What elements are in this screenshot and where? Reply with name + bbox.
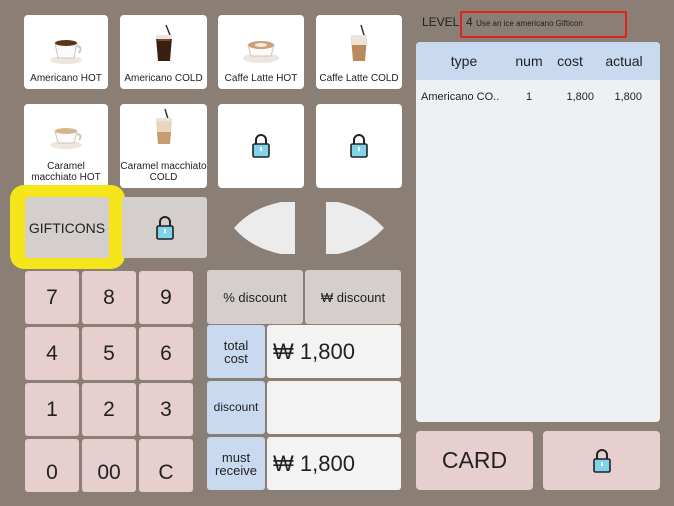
macchiato-cup-icon [46, 110, 86, 154]
menu-item-caffe-latte-hot[interactable]: Caffe Latte HOT [218, 15, 304, 89]
key-label: 2 [103, 397, 115, 421]
locked-menu-slot[interactable] [316, 104, 402, 188]
key-clear[interactable]: C [139, 439, 193, 492]
won-discount-label: ₩ discount [320, 289, 386, 305]
discount-label: discount [207, 381, 265, 434]
instruction-highlight [460, 11, 627, 38]
menu-item-caramel-macchiato-hot[interactable]: Caramel macchiato HOT [24, 104, 108, 188]
key-5[interactable]: 5 [82, 327, 136, 380]
header-type: type [450, 53, 478, 69]
gifticons-label: GIFTICONS [28, 219, 106, 236]
locked-payment-button[interactable] [543, 431, 660, 490]
must-receive-value: ₩ 1,800 [267, 437, 401, 490]
total-cost-value: ₩ 1,800 [267, 325, 401, 378]
key-0[interactable]: 0 [25, 439, 79, 492]
hot-coffee-cup-icon [46, 23, 86, 67]
iced-coffee-glass-icon [144, 23, 184, 67]
key-label: C [158, 460, 174, 484]
header-actual: actual [605, 53, 643, 69]
discount-label-text: discount [213, 400, 259, 414]
key-8[interactable]: 8 [82, 271, 136, 324]
order-list-header: type num cost actual [416, 42, 660, 80]
discount-value [267, 381, 401, 434]
key-3[interactable]: 3 [139, 383, 193, 436]
must-receive-amount: ₩ 1,800 [273, 450, 355, 476]
iced-macchiato-glass-icon [144, 108, 184, 152]
key-1[interactable]: 1 [25, 383, 79, 436]
key-7[interactable]: 7 [25, 271, 79, 324]
header-cost: cost [557, 53, 583, 69]
header-num: num [515, 53, 543, 69]
percent-discount-label: % discount [223, 289, 287, 305]
key-label: 00 [97, 460, 121, 484]
key-label: 1 [46, 397, 58, 421]
menu-item-label: Americano HOT [30, 73, 102, 84]
menu-item-label: Caffe Latte HOT [224, 73, 298, 84]
key-4[interactable]: 4 [25, 327, 79, 380]
key-9[interactable]: 9 [139, 271, 193, 324]
percent-discount-button[interactable]: % discount [207, 270, 303, 324]
row-num: 1 [525, 91, 533, 103]
total-cost-label-text: total cost [223, 337, 249, 366]
gifticons-button[interactable]: GIFTICONS [25, 197, 109, 258]
menu-item-label: Caramel macchiato COLD [120, 161, 207, 183]
lock-icon [350, 134, 368, 158]
key-label: 0 [46, 460, 58, 484]
key-label: 9 [160, 285, 172, 309]
row-cost: 1,800 [566, 91, 594, 103]
must-receive-label: must receive [207, 437, 265, 490]
key-label: 4 [46, 341, 58, 365]
key-label: 8 [103, 285, 115, 309]
menu-item-label: Caffe Latte COLD [319, 73, 399, 84]
lock-icon [155, 215, 174, 240]
key-label: 7 [46, 285, 58, 309]
total-cost-amount: ₩ 1,800 [273, 338, 355, 364]
key-label: 3 [160, 397, 172, 421]
level-prefix: LEVEL [422, 15, 460, 29]
menu-item-label: Americano COLD [124, 73, 203, 84]
lock-icon [252, 134, 270, 158]
row-actual: 1,800 [614, 91, 642, 103]
right-arrow-icon[interactable] [324, 200, 386, 256]
order-row[interactable]: Americano CO.. 1 1,800 1,800 [416, 85, 660, 109]
locked-menu-slot[interactable] [218, 104, 304, 188]
key-label: 5 [103, 341, 115, 365]
key-6[interactable]: 6 [139, 327, 193, 380]
menu-item-caffe-latte-cold[interactable]: Caffe Latte COLD [316, 15, 402, 89]
total-cost-label: total cost [207, 325, 265, 378]
card-label: CARD [441, 447, 508, 473]
card-button[interactable]: CARD [416, 431, 533, 490]
key-2[interactable]: 2 [82, 383, 136, 436]
menu-item-americano-hot[interactable]: Americano HOT [24, 15, 108, 89]
lock-icon [592, 448, 611, 473]
iced-latte-glass-icon [339, 23, 379, 67]
won-discount-button[interactable]: ₩ discount [305, 270, 401, 324]
menu-item-label: Caramel macchiato HOT [31, 161, 101, 183]
menu-item-americano-cold[interactable]: Americano COLD [120, 15, 207, 89]
must-receive-label-text: must receive [215, 449, 257, 478]
row-type: Americano CO.. [421, 91, 500, 103]
key-00[interactable]: 00 [82, 439, 136, 492]
locked-control-button[interactable] [122, 197, 207, 258]
key-label: 6 [160, 341, 172, 365]
order-list: type num cost actual Americano CO.. 1 1,… [416, 42, 660, 422]
latte-cup-icon [241, 23, 281, 67]
left-arrow-icon[interactable] [231, 200, 297, 256]
menu-item-caramel-macchiato-cold[interactable]: Caramel macchiato COLD [120, 104, 207, 188]
